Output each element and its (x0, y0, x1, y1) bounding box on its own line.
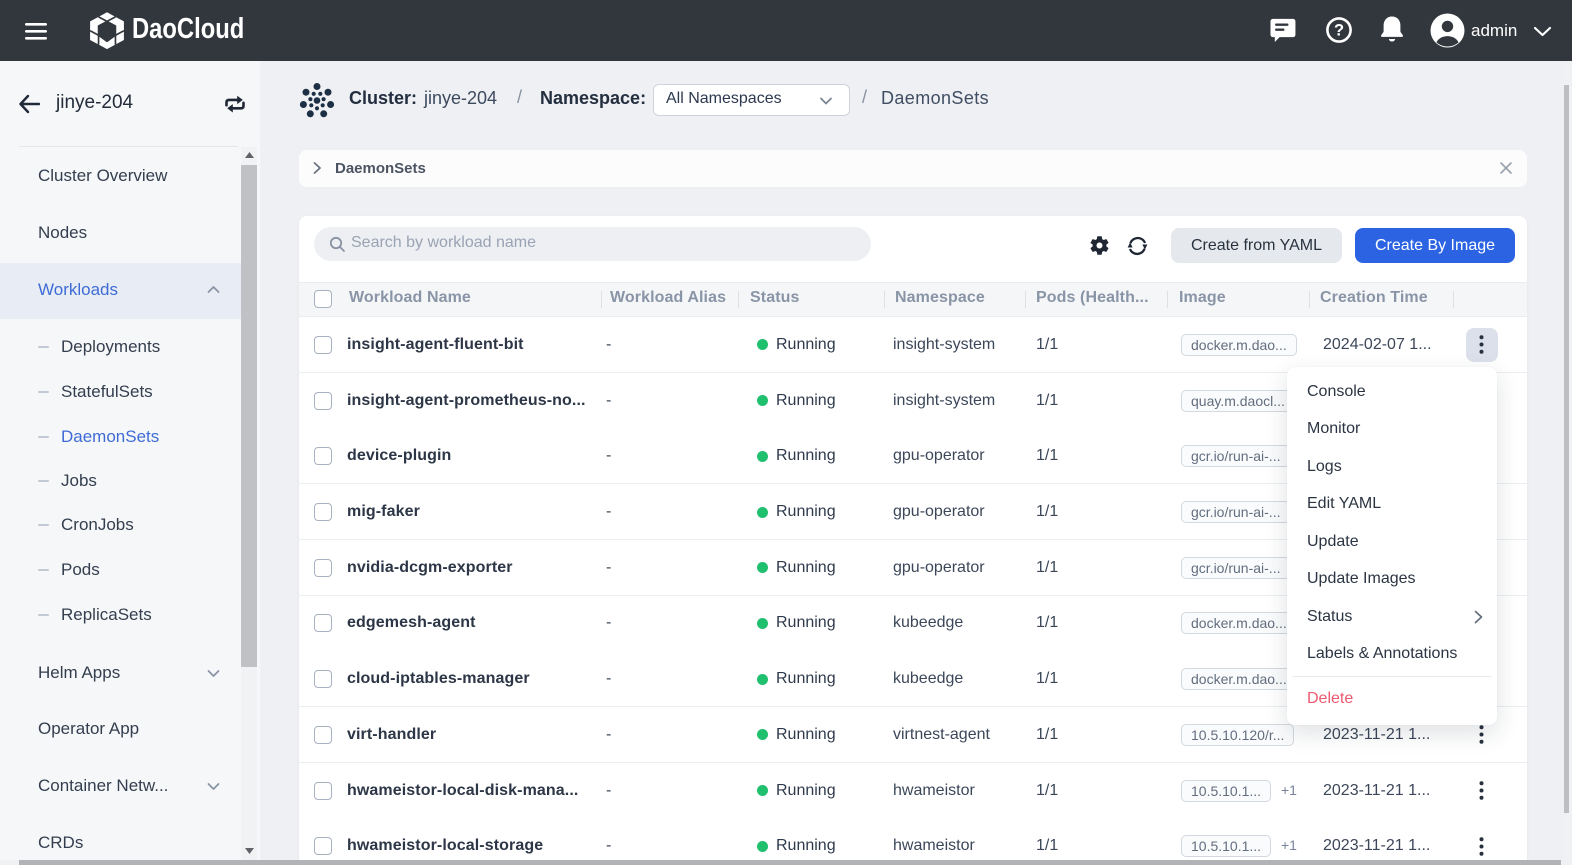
svg-text:?: ? (1334, 22, 1344, 40)
